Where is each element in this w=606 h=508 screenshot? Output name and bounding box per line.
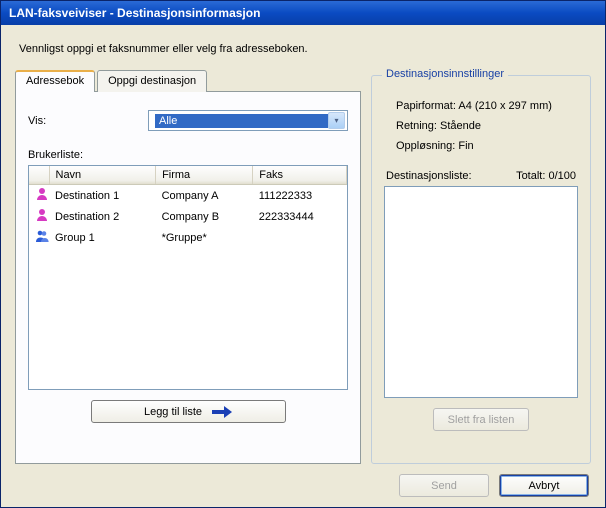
person-icon [29, 185, 49, 207]
fax-wizard-window: LAN-faksveiviser - Destinasjonsinformasj… [0, 0, 606, 508]
cell-fax: 222333444 [253, 206, 347, 227]
tab-enter-destination[interactable]: Oppgi destinasjon [97, 70, 207, 92]
left-pane: Adressebok Oppgi destinasjon Vis: Alle ▾… [15, 69, 361, 464]
vis-label: Vis: [28, 115, 148, 127]
cell-name: Destination 2 [49, 206, 156, 227]
dialog-buttons: Send Avbryt [15, 474, 591, 497]
settings-list: Papirformat: A4 (210 x 297 mm) Retning: … [396, 96, 574, 156]
chevron-down-icon[interactable]: ▾ [328, 112, 345, 129]
delete-from-list-button: Slett fra listen [433, 408, 530, 431]
col-company[interactable]: Firma [156, 166, 253, 185]
destination-listbox[interactable] [384, 186, 578, 398]
tab-addressbook[interactable]: Adressebok [15, 70, 95, 92]
person-icon [29, 206, 49, 227]
window-title: LAN-faksveiviser - Destinasjonsinformasj… [9, 6, 260, 20]
tab-bar: Adressebok Oppgi destinasjon [15, 70, 361, 92]
resolution: Oppløsning: Fin [396, 136, 574, 156]
instruction-text: Vennligst oppgi et faksnummer eller velg… [19, 43, 591, 55]
destination-settings-title: Destinasjonsinnstillinger [382, 68, 508, 80]
cell-name: Destination 1 [49, 185, 156, 207]
cell-company: *Gruppe* [156, 227, 253, 248]
group-icon [29, 227, 49, 248]
vis-select[interactable]: Alle ▾ [148, 110, 348, 131]
userlist-label: Brukerliste: [28, 149, 348, 161]
table-row[interactable]: Destination 1Company A111222333 [29, 185, 347, 207]
cell-name: Group 1 [49, 227, 156, 248]
col-name[interactable]: Navn [49, 166, 156, 185]
paper-format: Papirformat: A4 (210 x 297 mm) [396, 96, 574, 116]
delete-row: Slett fra listen [384, 408, 578, 431]
userlist-table: Navn Firma Faks Destination 1Company A11… [29, 166, 347, 248]
main-row: Adressebok Oppgi destinasjon Vis: Alle ▾… [15, 69, 591, 464]
vis-row: Vis: Alle ▾ [28, 110, 348, 131]
cell-company: Company A [156, 185, 253, 207]
cell-fax: 111222333 [253, 185, 347, 207]
cancel-button[interactable]: Avbryt [499, 474, 589, 497]
destlist-header: Destinasjonsliste: Totalt: 0/100 [386, 170, 576, 182]
destlist-total: Totalt: 0/100 [516, 170, 576, 182]
userlist-table-box[interactable]: Navn Firma Faks Destination 1Company A11… [28, 165, 348, 390]
add-to-list-button[interactable]: Legg til liste [91, 400, 286, 423]
col-icon[interactable] [29, 166, 49, 185]
cell-fax [253, 227, 347, 248]
destlist-label: Destinasjonsliste: [386, 170, 472, 182]
arrow-right-icon [212, 406, 232, 418]
content-area: Vennligst oppgi et faksnummer eller velg… [1, 25, 605, 507]
table-row[interactable]: Group 1*Gruppe* [29, 227, 347, 248]
destination-settings-group: Destinasjonsinnstillinger Papirformat: A… [371, 75, 591, 464]
add-button-label: Legg til liste [144, 406, 202, 418]
vis-selected-value: Alle [155, 114, 328, 128]
add-row: Legg til liste [28, 400, 348, 423]
window-titlebar: LAN-faksveiviser - Destinasjonsinformasj… [1, 1, 605, 25]
col-fax[interactable]: Faks [253, 166, 347, 185]
table-row[interactable]: Destination 2Company B222333444 [29, 206, 347, 227]
orientation: Retning: Stående [396, 116, 574, 136]
cell-company: Company B [156, 206, 253, 227]
send-button: Send [399, 474, 489, 497]
addressbook-panel: Vis: Alle ▾ Brukerliste: Navn [15, 91, 361, 464]
